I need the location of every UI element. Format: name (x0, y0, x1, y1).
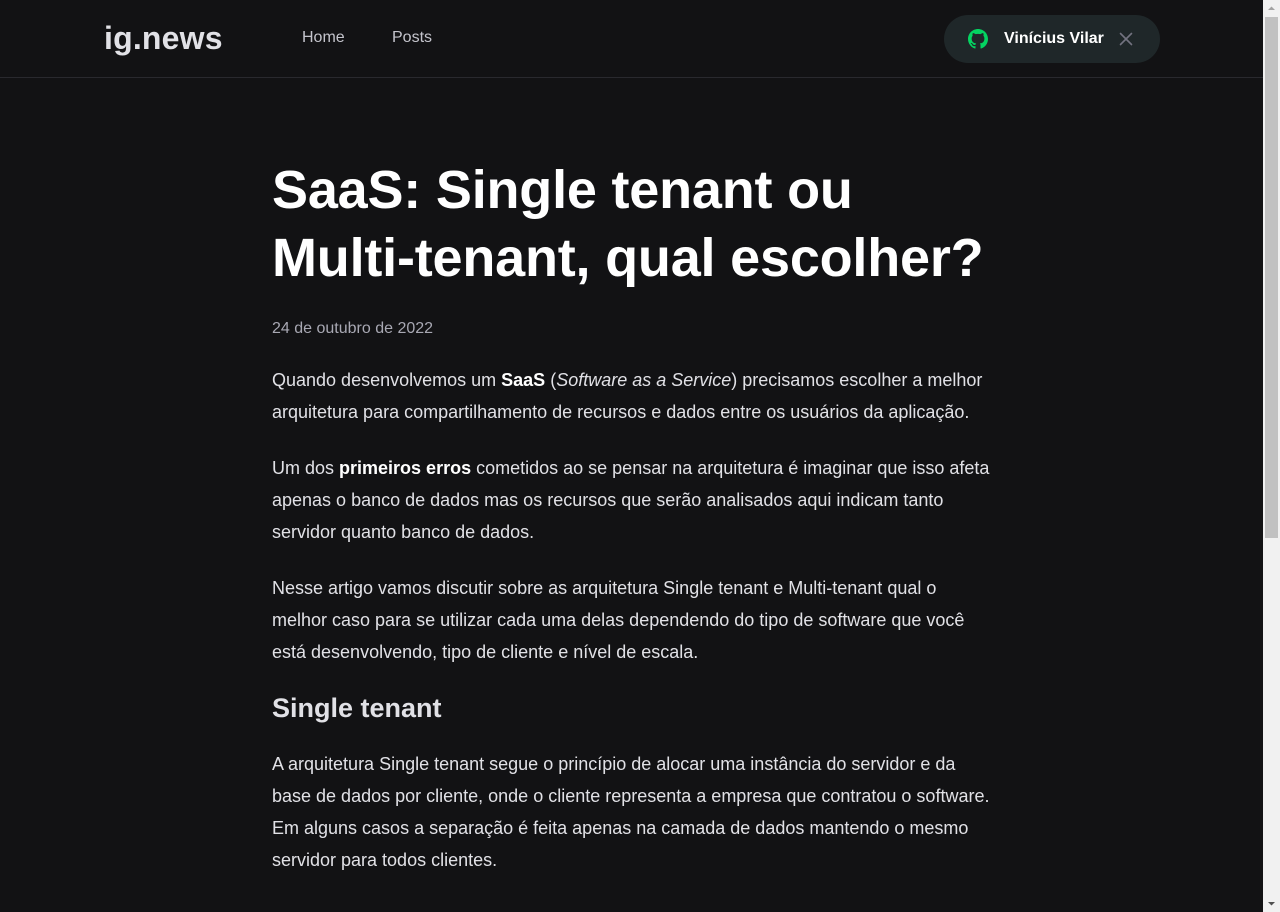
site-header: ig.news Home Posts Vinícius Vilar (0, 0, 1263, 78)
nav-posts-link[interactable]: Posts (392, 28, 432, 48)
post-date: 24 de outubro de 2022 (272, 320, 434, 337)
post-title: SaaS: Single tenant ou Multi-tenant, qual… (272, 156, 992, 292)
scroll-down-arrow-icon[interactable] (1263, 895, 1280, 912)
vertical-scrollbar[interactable] (1263, 0, 1280, 912)
paragraph-3: Nesse artigo vamos discutir sobre as arq… (272, 578, 965, 662)
logo-suffix: .news (132, 20, 223, 56)
post-article: SaaS: Single tenant ou Multi-tenant, qual… (272, 156, 992, 900)
scroll-up-arrow-icon[interactable] (1263, 0, 1280, 17)
nav-home-link[interactable]: Home (302, 28, 345, 48)
paragraph-2-text-a: Um dos (272, 458, 340, 478)
paragraph-1-text-a: Quando desenvolvemos um (272, 370, 502, 390)
github-user-button[interactable]: Vinícius Vilar (944, 15, 1160, 63)
user-name: Vinícius Vilar (1004, 30, 1104, 47)
scrollbar-thumb[interactable] (1265, 17, 1278, 538)
github-icon (968, 29, 988, 49)
paragraph-1: Quando desenvolvemos um SaaS (Software a… (272, 364, 992, 428)
post-content: Quando desenvolvemos um SaaS (Software a… (272, 364, 992, 876)
paragraph-1-italic: Software as a Service (556, 370, 732, 390)
logo[interactable]: ig.news (104, 18, 223, 58)
paragraph-1-text-c: ( (545, 370, 557, 390)
paragraph-4: A arquitetura Single tenant segue o prin… (272, 754, 990, 870)
close-icon[interactable] (1119, 32, 1133, 46)
post-title-line-1: SaaS: Single tenant ou (272, 160, 853, 220)
paragraph-1-bold-saas: SaaS (501, 370, 546, 390)
paragraph-2: Um dos primeiros erros cometidos ao se p… (272, 452, 992, 548)
section-heading-single-tenant: Single tenant (272, 693, 442, 723)
post-title-line-2: Multi-tenant, qual escolher? (272, 228, 984, 288)
logo-prefix: ig (104, 20, 133, 56)
paragraph-2-bold: primeiros erros (339, 458, 472, 478)
page: ig.news Home Posts Vinícius Vilar SaaS: … (0, 0, 1280, 912)
